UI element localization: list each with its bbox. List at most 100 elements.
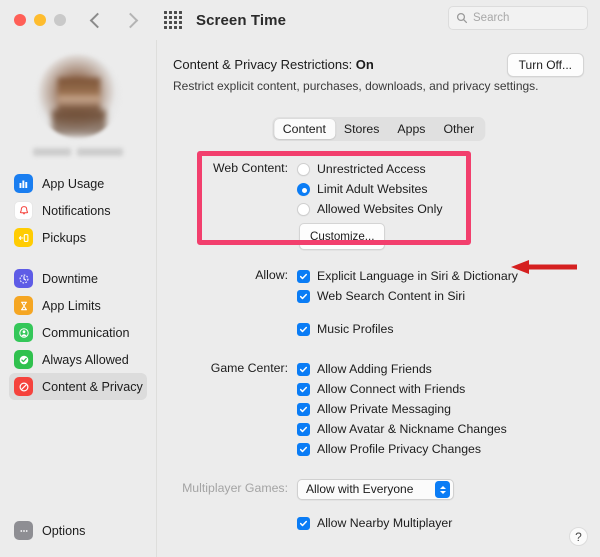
no-entry-icon xyxy=(14,377,33,396)
sidebar-item-options[interactable]: Options xyxy=(9,517,148,544)
profile-name-blurred xyxy=(33,148,123,156)
search-input[interactable]: Search xyxy=(448,6,588,30)
sidebar-divider xyxy=(9,251,147,265)
checkbox-indicator xyxy=(297,289,310,303)
checkbox-allow-connect-with-friends[interactable]: Allow Connect with Friends xyxy=(297,379,507,399)
sidebar-nav: App Usage Notifications Pickups Downtime… xyxy=(0,170,156,400)
checkbox-label: Allow Connect with Friends xyxy=(317,381,466,396)
checkbox-indicator xyxy=(297,402,310,416)
navigation-buttons xyxy=(89,12,139,28)
web-content-options: Unrestricted Access Limit Adult Websites… xyxy=(297,159,443,250)
screen-time-window: Screen Time Search App Usage Notificatio… xyxy=(0,0,600,557)
sidebar-item-label: Content & Privacy xyxy=(42,379,143,394)
checkbox-label: Allow Avatar & Nickname Changes xyxy=(317,421,507,436)
web-content-label: Web Content: xyxy=(213,161,288,175)
radio-allowed-websites-only[interactable]: Allowed Websites Only xyxy=(297,199,443,219)
ellipsis-icon xyxy=(14,521,33,540)
radio-indicator xyxy=(297,182,310,196)
forward-chevron-icon[interactable] xyxy=(122,12,139,28)
page-title: Screen Time xyxy=(196,11,287,29)
sidebar-item-label: Always Allowed xyxy=(42,352,129,367)
radio-unrestricted-access[interactable]: Unrestricted Access xyxy=(297,159,443,179)
bell-icon xyxy=(14,201,33,220)
restrictions-subtitle: Restrict explicit content, purchases, do… xyxy=(173,79,539,93)
restrictions-title-prefix: Content & Privacy Restrictions: xyxy=(173,57,356,72)
checkbox-label: Allow Nearby Multiplayer xyxy=(317,515,453,530)
checkbox-allow-profile-privacy-changes[interactable]: Allow Profile Privacy Changes xyxy=(297,439,507,459)
radio-indicator xyxy=(297,162,310,176)
allow-label: Allow: xyxy=(255,268,288,282)
checkbox-label: Allow Profile Privacy Changes xyxy=(317,441,482,456)
back-chevron-icon[interactable] xyxy=(89,12,106,28)
checkbox-label: Web Search Content in Siri xyxy=(317,288,466,303)
radio-limit-adult-websites[interactable]: Limit Adult Websites xyxy=(297,179,443,199)
checkbox-allow-avatar-nickname-changes[interactable]: Allow Avatar & Nickname Changes xyxy=(297,419,507,439)
pickups-icon xyxy=(14,228,33,247)
main-content: Content & Privacy Restrictions: On Restr… xyxy=(157,40,600,557)
sidebar-item-label: Communication xyxy=(42,325,130,340)
sidebar-item-notifications[interactable]: Notifications xyxy=(9,197,147,224)
checkbox-music-profiles[interactable]: Music Profiles xyxy=(297,319,518,339)
sidebar-item-label: Options xyxy=(42,523,86,538)
form-spacer xyxy=(297,500,454,513)
radio-label: Limit Adult Websites xyxy=(317,181,428,196)
form-spacer xyxy=(157,462,600,479)
game-center-row: Game Center: Allow Adding Friends Allow … xyxy=(157,359,600,459)
checkbox-label: Allow Adding Friends xyxy=(317,361,432,376)
sidebar-item-content-privacy[interactable]: Content & Privacy xyxy=(9,373,147,400)
web-content-row: Web Content: Unrestricted Access Limit A… xyxy=(157,159,600,250)
sidebar-item-app-usage[interactable]: App Usage xyxy=(9,170,147,197)
checkbox-indicator xyxy=(297,422,310,436)
checkbox-label: Music Profiles xyxy=(317,321,394,336)
annotation-arrow xyxy=(511,260,577,274)
restrictions-header: Content & Privacy Restrictions: On Restr… xyxy=(173,53,584,93)
search-placeholder: Search xyxy=(473,12,510,24)
form-spacer xyxy=(297,306,518,319)
checkbox-explicit-language[interactable]: Explicit Language in Siri & Dictionary xyxy=(297,266,518,286)
sidebar-item-label: Pickups xyxy=(42,230,87,245)
checkbox-label: Allow Private Messaging xyxy=(317,401,451,416)
checkbox-allow-private-messaging[interactable]: Allow Private Messaging xyxy=(297,399,507,419)
sidebar-item-app-limits[interactable]: App Limits xyxy=(9,292,147,319)
bar-chart-icon xyxy=(14,174,33,193)
content-tabs: Content Stores Apps Other xyxy=(271,117,486,141)
multiplayer-dropdown[interactable]: Allow with Everyone xyxy=(297,479,454,500)
sidebar-item-label: App Usage xyxy=(42,176,105,191)
sidebar-item-pickups[interactable]: Pickups xyxy=(9,224,147,251)
zoom-window-button[interactable] xyxy=(54,14,66,26)
turn-off-button[interactable]: Turn Off... xyxy=(506,53,584,77)
traffic-lights xyxy=(14,14,66,26)
allow-row: Allow: Explicit Language in Siri & Dicti… xyxy=(157,266,600,339)
multiplayer-options: Allow with Everyone Allow Nearby Multipl… xyxy=(297,479,454,533)
checkbox-allow-adding-friends[interactable]: Allow Adding Friends xyxy=(297,359,507,379)
close-window-button[interactable] xyxy=(14,14,26,26)
avatar[interactable] xyxy=(36,54,120,138)
person-circle-icon xyxy=(14,323,33,342)
chevron-updown-icon[interactable] xyxy=(435,481,450,498)
customize-button[interactable]: Customize... xyxy=(299,223,386,250)
minimize-window-button[interactable] xyxy=(34,14,46,26)
checkbox-indicator xyxy=(297,269,310,283)
tab-apps[interactable]: Apps xyxy=(388,119,434,139)
multiplayer-row: Multiplayer Games: Allow with Everyone A… xyxy=(157,479,600,533)
checkbox-allow-nearby-multiplayer[interactable]: Allow Nearby Multiplayer xyxy=(297,513,454,533)
checkbox-indicator xyxy=(297,516,310,530)
tab-stores[interactable]: Stores xyxy=(335,119,389,139)
checkbox-indicator xyxy=(297,442,310,456)
clock-zzz-icon xyxy=(14,269,33,288)
checkbox-web-search-siri[interactable]: Web Search Content in Siri xyxy=(297,286,518,306)
checkbox-label: Explicit Language in Siri & Dictionary xyxy=(317,268,518,283)
sidebar-item-always-allowed[interactable]: Always Allowed xyxy=(9,346,147,373)
sidebar-item-downtime[interactable]: Downtime xyxy=(9,265,147,292)
radio-label: Unrestricted Access xyxy=(317,161,426,176)
help-button[interactable]: ? xyxy=(569,527,588,546)
settings-form: Web Content: Unrestricted Access Limit A… xyxy=(157,159,600,536)
title-bar: Screen Time Search xyxy=(0,0,600,40)
tab-content[interactable]: Content xyxy=(273,119,335,139)
checkbox-indicator xyxy=(297,362,310,376)
radio-indicator xyxy=(297,202,310,216)
grid-apps-icon[interactable] xyxy=(164,11,182,29)
tab-other[interactable]: Other xyxy=(434,119,483,139)
profile-section[interactable] xyxy=(0,54,156,156)
sidebar-item-communication[interactable]: Communication xyxy=(9,319,147,346)
